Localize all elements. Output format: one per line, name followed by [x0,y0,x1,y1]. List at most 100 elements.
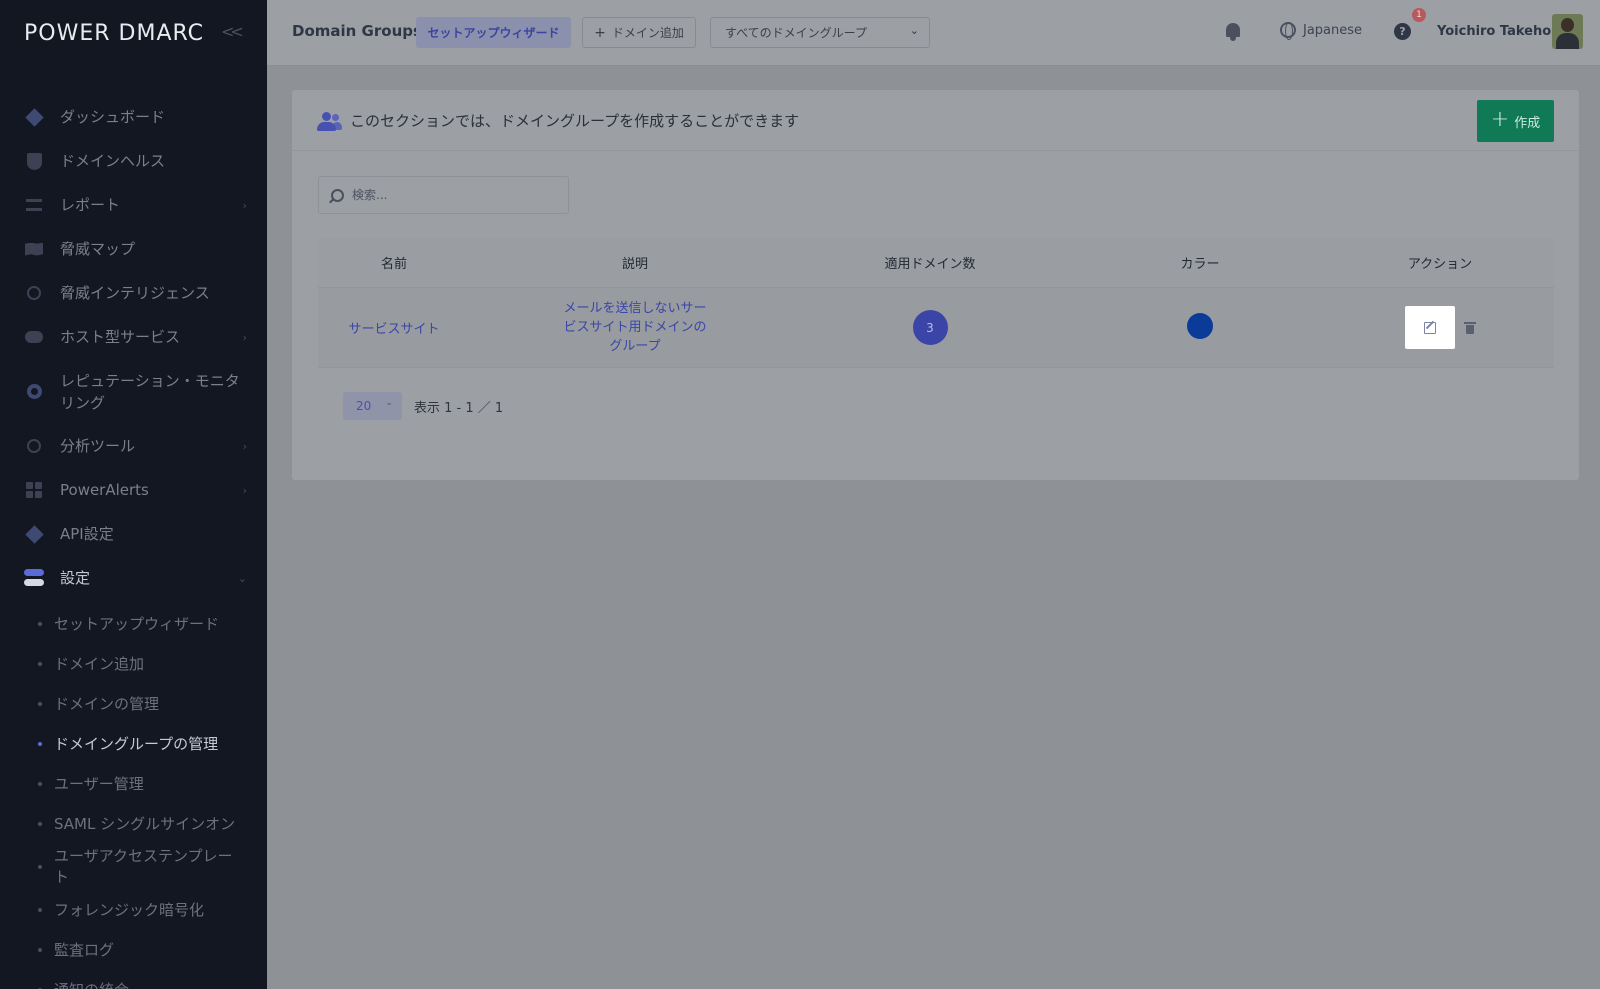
search-icon [331,188,344,202]
sidebar-item-label: レポート [60,196,121,214]
username[interactable]: Yoichiro Takehora [1437,24,1566,39]
sub-item-access-templates[interactable]: ユーザアクセステンプレート [0,844,267,890]
reputation-icon [24,382,44,402]
table-header: 名前 説明 適用ドメイン数 カラー アクション [318,238,1554,288]
domain-group-select[interactable]: すべてのドメイングループ ⌄ [710,17,930,48]
sidebar-item-threat-intel[interactable]: 脅威インテリジェンス [0,271,267,315]
shield-icon [24,151,44,171]
sidebar-item-analysis-tools[interactable]: 分析ツール › [0,424,267,468]
sub-item-setup-wizard[interactable]: セットアップウィザード [0,604,267,644]
language-selector[interactable]: Japanese [1280,22,1362,40]
chevron-right-icon: › [242,198,247,212]
sub-item-label: ドメインの管理 [54,694,160,713]
page-title: Domain Groups [292,22,422,40]
create-button-label: 作成 [1514,115,1541,131]
edit-button[interactable] [1405,306,1455,349]
sidebar-item-reputation[interactable]: レピュテーション・モニタリング [0,359,267,424]
create-button[interactable]: + 作成 [1477,100,1554,142]
sub-item-manage-domain-groups[interactable]: ドメイングループの管理 [0,724,267,764]
collapse-sidebar-icon[interactable]: << [221,22,244,41]
page-info: 表示 1 - 1 ／ 1 [414,400,504,416]
bullet-icon [38,865,42,869]
sidebar-item-dashboard[interactable]: ダッシュボード [0,95,267,139]
domain-group-select-value: すべてのドメイングループ [725,26,867,40]
sidebar-item-reports[interactable]: レポート › [0,183,267,227]
column-header-description: 説明 [621,257,648,272]
sidebar-item-hosted-services[interactable]: ホスト型サービス › [0,315,267,359]
sidebar-item-label: API設定 [60,525,114,543]
chevron-right-icon: › [242,330,247,344]
sub-item-label: セットアップウィザード [54,614,220,633]
sub-item-label: ドメイングループの管理 [54,734,219,753]
column-header-domain-count: 適用ドメイン数 [884,257,976,272]
chevron-down-icon: ⌄ [909,24,919,37]
domain-groups-card: このセクションでは、ドメイングループを作成することができます + 作成 名前 説… [292,90,1579,480]
settings-icon [24,568,44,588]
sidebar-item-api-settings[interactable]: API設定 [0,512,267,556]
alerts-icon [24,480,44,500]
chevron-down-icon: ⌄ [237,571,247,585]
sub-item-label: 通知の統合 [54,980,129,989]
sidebar: POWER DMARC << ダッシュボード ドメインヘルス レポート › 脅威… [0,0,267,989]
logo[interactable]: POWER DMARC [24,21,204,46]
sub-item-audit-log[interactable]: 監査ログ [0,930,267,970]
bell-icon[interactable] [1224,22,1242,42]
edit-icon [1424,321,1436,334]
bullet-icon [38,822,42,826]
bullet-icon [38,742,42,746]
avatar[interactable] [1552,14,1583,49]
sub-item-saml-sso[interactable]: SAML シングルサインオン [0,804,267,844]
help-badge: 1 [1412,8,1426,22]
sidebar-item-settings[interactable]: 設定 ⌄ [0,556,267,600]
sidebar-item-label: 脅威マップ [60,240,136,258]
domain-groups-table: 名前 説明 適用ドメイン数 カラー アクション サービスサイト メールを送信しな… [318,238,1554,368]
search-box[interactable] [318,176,569,214]
bullet-icon [38,702,42,706]
chevron-down-icon: ⌄ [385,398,393,408]
pagination: 20 ⌄ 表示 1 - 1 ／ 1 [343,392,503,420]
sidebar-item-label: ダッシュボード [60,108,166,126]
row-actions [1405,306,1476,349]
users-icon [317,112,342,131]
sub-item-forensic-encryption[interactable]: フォレンジック暗号化 [0,890,267,930]
trash-icon[interactable] [1464,321,1476,334]
sub-item-manage-domains[interactable]: ドメインの管理 [0,684,267,724]
group-description[interactable]: メールを送信しないサービスサイト用ドメインのグループ [560,299,710,356]
map-icon [24,239,44,259]
dashboard-icon [24,107,44,127]
sidebar-nav: ダッシュボード ドメインヘルス レポート › 脅威マップ 脅威インテリジェンス … [0,95,267,600]
sidebar-item-label: 分析ツール [60,437,136,455]
sidebar-item-poweralerts[interactable]: PowerAlerts › [0,468,267,512]
sub-item-label: ユーザアクセステンプレート [54,847,233,886]
group-color-swatch [1187,312,1213,339]
add-domain-button[interactable]: + ドメイン追加 [582,17,696,48]
card-header: このセクションでは、ドメイングループを作成することができます + 作成 [292,90,1579,151]
column-header-actions: アクション [1407,257,1473,272]
bullet-icon [38,908,42,912]
chevron-right-icon: › [242,439,247,453]
sub-item-add-domain[interactable]: ドメイン追加 [0,644,267,684]
sidebar-item-label: 脅威インテリジェンス [60,284,210,302]
api-icon [24,524,44,544]
sub-item-notifications[interactable]: 通知の統合 [0,970,267,989]
settings-submenu: セットアップウィザード ドメイン追加 ドメインの管理 ドメイングループの管理 ユ… [0,604,267,989]
search-input[interactable] [352,188,542,202]
per-page-select[interactable]: 20 ⌄ [343,392,402,420]
bullet-icon [38,662,42,666]
group-name-link[interactable]: サービスサイト [348,318,439,337]
sidebar-item-label: PowerAlerts [60,481,149,499]
analysis-icon [24,436,44,456]
sub-item-label: ドメイン追加 [54,654,145,673]
cloud-icon [24,327,44,347]
sidebar-item-domain-health[interactable]: ドメインヘルス [0,139,267,183]
bullet-icon [38,622,42,626]
intel-icon [24,283,44,303]
sub-item-user-management[interactable]: ユーザー管理 [0,764,267,804]
domain-count-badge[interactable]: 3 [912,310,948,345]
sidebar-item-label: 設定 [60,569,91,587]
setup-wizard-button[interactable]: セットアップウィザード [416,17,571,48]
sub-item-label: ユーザー管理 [54,774,144,793]
sidebar-item-threat-map[interactable]: 脅威マップ [0,227,267,271]
help-icon[interactable]: ? [1394,23,1411,40]
column-header-color: カラー [1180,257,1220,272]
